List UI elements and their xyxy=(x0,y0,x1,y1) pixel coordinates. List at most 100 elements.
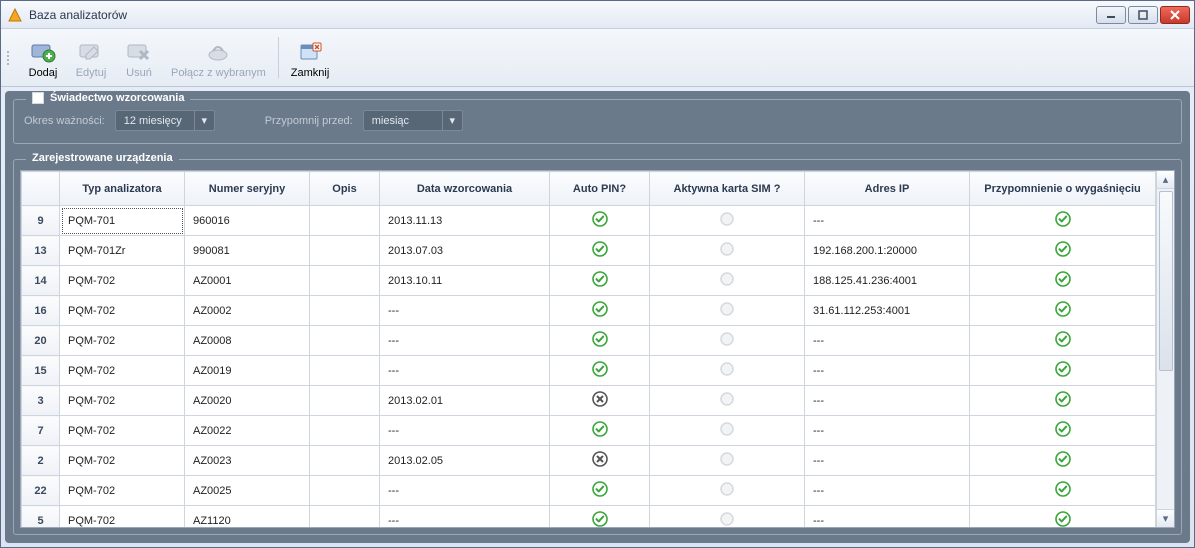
cell-desc[interactable] xyxy=(310,386,380,416)
connect-button[interactable]: Połącz z wybranym xyxy=(163,31,274,84)
cell-desc[interactable] xyxy=(310,476,380,506)
cell-auto-pin[interactable] xyxy=(550,416,650,446)
cell-sim[interactable] xyxy=(650,416,805,446)
cell-reminder[interactable] xyxy=(970,446,1156,476)
cell-reminder[interactable] xyxy=(970,206,1156,236)
cell-auto-pin[interactable] xyxy=(550,206,650,236)
cell-sim[interactable] xyxy=(650,326,805,356)
cell-desc[interactable] xyxy=(310,206,380,236)
cell-ip[interactable]: 31.61.112.253:4001 xyxy=(805,296,970,326)
cell-date[interactable]: 2013.07.03 xyxy=(380,236,550,266)
cell-type[interactable]: PQM-701Zr xyxy=(60,236,185,266)
cell-serial[interactable]: AZ0022 xyxy=(185,416,310,446)
cell-serial[interactable]: AZ0025 xyxy=(185,476,310,506)
cell-sim[interactable] xyxy=(650,206,805,236)
cell-ip[interactable]: --- xyxy=(805,386,970,416)
cell-type[interactable]: PQM-702 xyxy=(60,506,185,528)
edit-button[interactable]: Edytuj xyxy=(67,31,115,84)
cell-serial[interactable]: AZ0020 xyxy=(185,386,310,416)
table-row[interactable]: 5PQM-702AZ1120------ xyxy=(22,506,1156,528)
table-row[interactable]: 13PQM-701Zr9900812013.07.03192.168.200.1… xyxy=(22,236,1156,266)
cell-ip[interactable]: 192.168.200.1:20000 xyxy=(805,236,970,266)
cell-sim[interactable] xyxy=(650,476,805,506)
cell-ip[interactable]: --- xyxy=(805,356,970,386)
col-sim[interactable]: Aktywna karta SIM ? xyxy=(650,172,805,206)
cell-sim[interactable] xyxy=(650,356,805,386)
cell-type[interactable]: PQM-702 xyxy=(60,386,185,416)
cell-ip[interactable]: 188.125.41.236:4001 xyxy=(805,266,970,296)
add-button[interactable]: Dodaj xyxy=(19,31,67,84)
cell-serial[interactable]: 990081 xyxy=(185,236,310,266)
table-row[interactable]: 14PQM-702AZ00012013.10.11188.125.41.236:… xyxy=(22,266,1156,296)
col-serial[interactable]: Numer seryjny xyxy=(185,172,310,206)
cell-date[interactable]: --- xyxy=(380,356,550,386)
cell-desc[interactable] xyxy=(310,446,380,476)
table-row[interactable]: 2PQM-702AZ00232013.02.05--- xyxy=(22,446,1156,476)
table-row[interactable]: 22PQM-702AZ0025------ xyxy=(22,476,1156,506)
cell-type[interactable]: PQM-702 xyxy=(60,296,185,326)
col-pin[interactable]: Auto PIN? xyxy=(550,172,650,206)
cell-desc[interactable] xyxy=(310,506,380,528)
cell-auto-pin[interactable] xyxy=(550,356,650,386)
cell-sim[interactable] xyxy=(650,506,805,528)
cell-reminder[interactable] xyxy=(970,476,1156,506)
cell-type[interactable]: PQM-702 xyxy=(60,356,185,386)
cell-reminder[interactable] xyxy=(970,296,1156,326)
cell-serial[interactable]: AZ0023 xyxy=(185,446,310,476)
cell-serial[interactable]: AZ0008 xyxy=(185,326,310,356)
cell-serial[interactable]: AZ0002 xyxy=(185,296,310,326)
table-row[interactable]: 16PQM-702AZ0002---31.61.112.253:4001 xyxy=(22,296,1156,326)
cell-auto-pin[interactable] xyxy=(550,476,650,506)
cell-auto-pin[interactable] xyxy=(550,506,650,528)
cell-ip[interactable]: --- xyxy=(805,446,970,476)
maximize-button[interactable] xyxy=(1128,6,1158,24)
cell-date[interactable]: 2013.02.05 xyxy=(380,446,550,476)
cell-date[interactable]: --- xyxy=(380,476,550,506)
cell-sim[interactable] xyxy=(650,296,805,326)
cell-sim[interactable] xyxy=(650,446,805,476)
table-row[interactable]: 15PQM-702AZ0019------ xyxy=(22,356,1156,386)
cell-auto-pin[interactable] xyxy=(550,446,650,476)
cell-ip[interactable]: --- xyxy=(805,326,970,356)
close-window-button[interactable] xyxy=(1160,6,1190,24)
remind-select[interactable]: miesiąc ▾ xyxy=(363,110,463,131)
cell-sim[interactable] xyxy=(650,266,805,296)
col-rownum[interactable] xyxy=(22,172,60,206)
cell-auto-pin[interactable] xyxy=(550,386,650,416)
cell-date[interactable]: --- xyxy=(380,416,550,446)
cell-type[interactable]: PQM-702 xyxy=(60,326,185,356)
calibration-enable-checkbox[interactable] xyxy=(32,92,44,104)
cell-desc[interactable] xyxy=(310,416,380,446)
cell-desc[interactable] xyxy=(310,356,380,386)
cell-ip[interactable]: --- xyxy=(805,206,970,236)
table-row[interactable]: 9PQM-7019600162013.11.13--- xyxy=(22,206,1156,236)
cell-reminder[interactable] xyxy=(970,266,1156,296)
cell-reminder[interactable] xyxy=(970,326,1156,356)
col-ip[interactable]: Adres IP xyxy=(805,172,970,206)
cell-auto-pin[interactable] xyxy=(550,236,650,266)
cell-date[interactable]: --- xyxy=(380,296,550,326)
cell-reminder[interactable] xyxy=(970,386,1156,416)
cell-type[interactable]: PQM-702 xyxy=(60,266,185,296)
validity-select[interactable]: 12 miesięcy ▾ xyxy=(115,110,215,131)
scroll-thumb[interactable] xyxy=(1159,191,1173,371)
col-desc[interactable]: Opis xyxy=(310,172,380,206)
cell-ip[interactable]: --- xyxy=(805,416,970,446)
cell-ip[interactable]: --- xyxy=(805,476,970,506)
table-row[interactable]: 20PQM-702AZ0008------ xyxy=(22,326,1156,356)
cell-ip[interactable]: --- xyxy=(805,506,970,528)
scroll-up-button[interactable]: ▴ xyxy=(1157,171,1174,189)
cell-serial[interactable]: 960016 xyxy=(185,206,310,236)
col-date[interactable]: Data wzorcowania xyxy=(380,172,550,206)
cell-sim[interactable] xyxy=(650,236,805,266)
cell-serial[interactable]: AZ0001 xyxy=(185,266,310,296)
cell-type[interactable]: PQM-702 xyxy=(60,446,185,476)
vertical-scrollbar[interactable]: ▴ ▾ xyxy=(1156,171,1174,527)
close-button[interactable]: Zamknij xyxy=(283,31,338,84)
cell-date[interactable]: --- xyxy=(380,506,550,528)
cell-date[interactable]: 2013.11.13 xyxy=(380,206,550,236)
cell-desc[interactable] xyxy=(310,236,380,266)
cell-desc[interactable] xyxy=(310,296,380,326)
cell-serial[interactable]: AZ0019 xyxy=(185,356,310,386)
cell-desc[interactable] xyxy=(310,266,380,296)
